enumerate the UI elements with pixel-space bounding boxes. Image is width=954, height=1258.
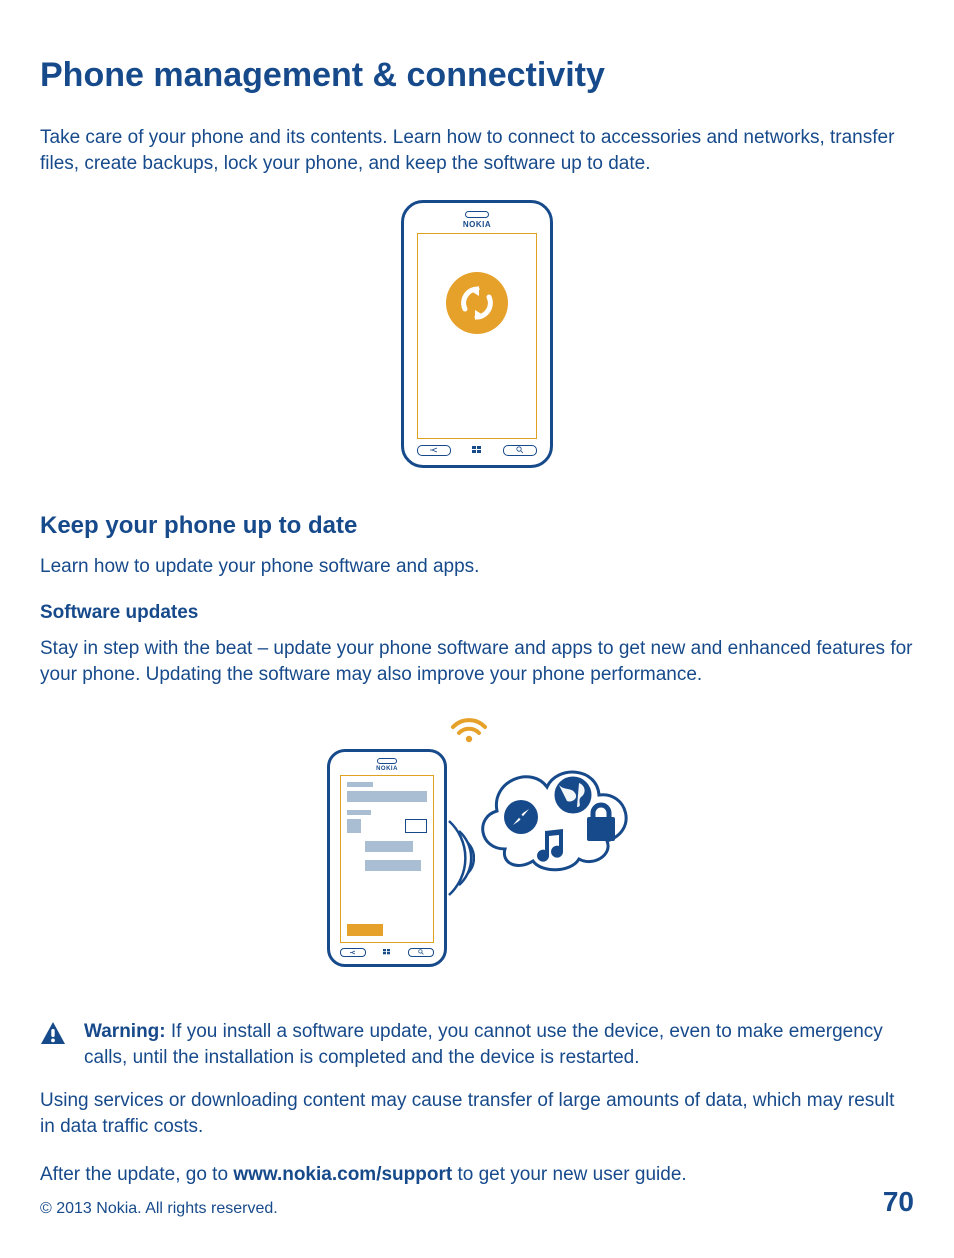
page-title: Phone management & connectivity bbox=[40, 56, 914, 95]
earpiece-icon bbox=[377, 758, 397, 764]
search-button-icon bbox=[408, 948, 434, 957]
after-update-post: to get your new user guide. bbox=[452, 1164, 686, 1185]
warning-icon bbox=[40, 1021, 66, 1045]
earpiece-icon bbox=[465, 211, 489, 218]
phone-screen-small bbox=[340, 775, 434, 943]
copyright-text: © 2013 Nokia. All rights reserved. bbox=[40, 1200, 278, 1218]
signal-waves-icon bbox=[445, 813, 475, 903]
back-button-icon bbox=[340, 948, 366, 957]
windows-button-icon bbox=[460, 446, 494, 454]
windows-button-icon bbox=[374, 949, 400, 955]
section-heading-software-updates: Software updates bbox=[40, 602, 914, 624]
after-update-pre: After the update, go to bbox=[40, 1164, 233, 1185]
data-traffic-paragraph: Using services or downloading content ma… bbox=[40, 1088, 914, 1139]
intro-paragraph: Take care of your phone and its contents… bbox=[40, 125, 914, 176]
warning-block: Warning: If you install a software updat… bbox=[40, 1019, 914, 1070]
phone-nav-bar bbox=[340, 946, 434, 958]
illustration-phone-cloud: NOKIA bbox=[40, 709, 914, 989]
warning-text: Warning: If you install a software updat… bbox=[84, 1019, 914, 1070]
phone-brand-label: NOKIA bbox=[376, 766, 398, 772]
after-update-paragraph: After the update, go to www.nokia.com/su… bbox=[40, 1162, 914, 1188]
phone-screen bbox=[417, 233, 537, 439]
phone-nav-bar bbox=[417, 443, 537, 457]
warning-body: If you install a software update, you ca… bbox=[84, 1021, 883, 1068]
page-footer: © 2013 Nokia. All rights reserved. 70 bbox=[40, 1186, 914, 1218]
phone-outline-small-icon: NOKIA bbox=[327, 749, 447, 967]
phone-brand-label: NOKIA bbox=[463, 220, 491, 229]
page-number: 70 bbox=[883, 1186, 914, 1218]
illustration-phone-sync: NOKIA bbox=[40, 200, 914, 468]
section-text-software-updates: Stay in step with the beat – update your… bbox=[40, 636, 914, 687]
wifi-icon bbox=[447, 709, 491, 743]
section-text-keep-up-to-date: Learn how to update your phone software … bbox=[40, 554, 914, 580]
search-button-icon bbox=[503, 445, 537, 456]
back-button-icon bbox=[417, 445, 451, 456]
section-heading-keep-up-to-date: Keep your phone up to date bbox=[40, 512, 914, 540]
support-link[interactable]: www.nokia.com/support bbox=[233, 1164, 452, 1185]
phone-outline-icon: NOKIA bbox=[401, 200, 553, 468]
warning-label: Warning: bbox=[84, 1021, 166, 1042]
cloud-icon bbox=[467, 739, 637, 879]
sync-icon bbox=[446, 272, 508, 334]
